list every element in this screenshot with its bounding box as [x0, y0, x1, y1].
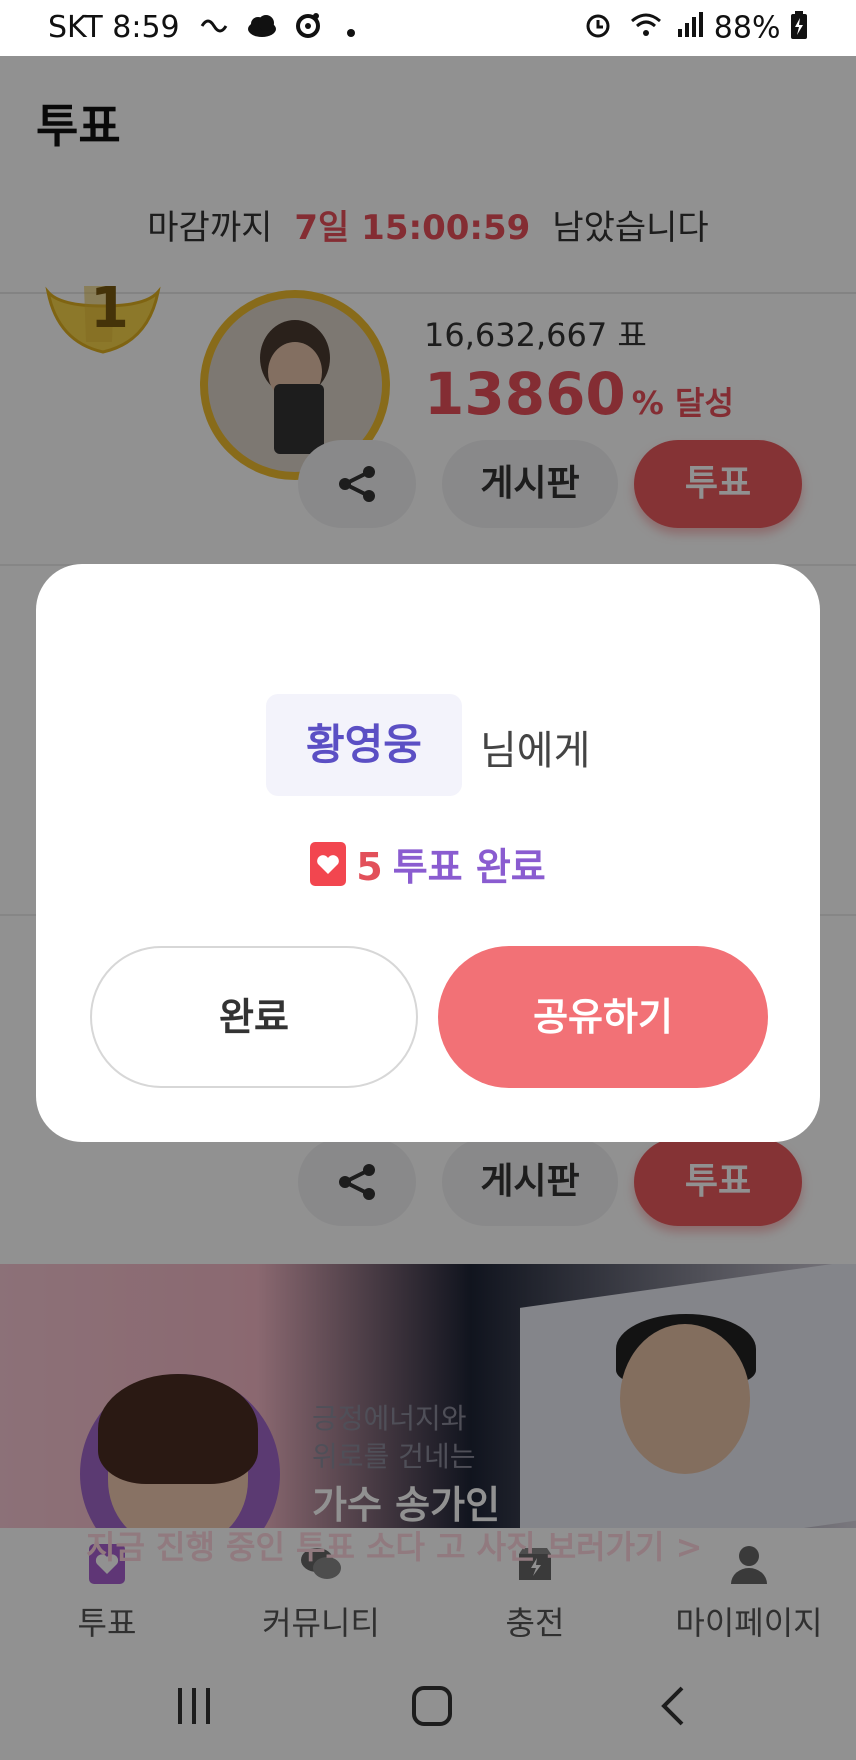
vote-result-count: 5 — [356, 845, 383, 889]
wifi-icon — [629, 11, 663, 47]
dot-icon — [346, 11, 356, 46]
share-result-button[interactable]: 공유하기 — [438, 946, 768, 1088]
battery-percent: 88% — [713, 10, 781, 46]
record-icon — [294, 11, 322, 47]
target-name: 황영웅 — [266, 694, 462, 796]
alarm-icon — [583, 10, 613, 48]
signal-icon — [676, 11, 704, 47]
target-suffix: 님에게 — [480, 728, 591, 774]
status-bar-right: 88% — [583, 10, 808, 48]
status-bar-left: SKT 8:59 — [48, 10, 356, 47]
heart-ticket-icon — [310, 842, 347, 886]
vote-result-text: 투표 완료 — [392, 845, 546, 889]
vote-result: 5 투표 완료 — [36, 836, 820, 891]
battery-charging-icon — [790, 10, 808, 48]
vote-complete-dialog: 황영웅 님에게 5 투표 완료 완료 공유하기 — [36, 564, 820, 1142]
modal-backdrop-bottom — [0, 1652, 856, 1760]
link-icon — [199, 11, 229, 46]
carrier-time: SKT 8:59 — [48, 10, 180, 45]
cloud-icon — [245, 11, 279, 46]
done-button[interactable]: 완료 — [90, 946, 418, 1088]
